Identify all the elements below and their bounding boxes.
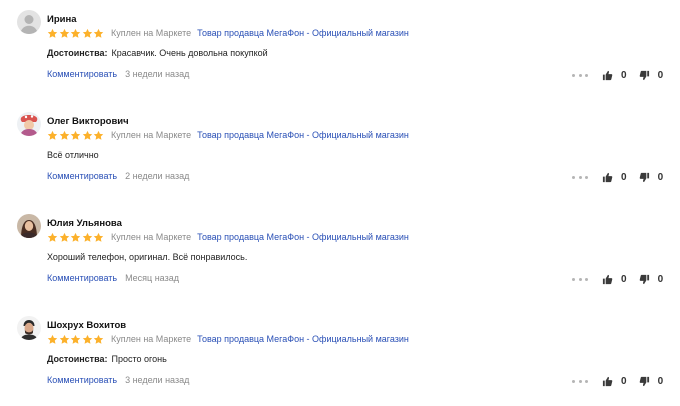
review-meta: Куплен на Маркете Товар продавца МегаФон… (47, 129, 409, 141)
dislike-count: 0 (657, 375, 664, 387)
star-icon (93, 232, 104, 243)
star-icon (47, 130, 58, 141)
thumb-down-icon[interactable] (639, 172, 650, 183)
review-footer: Комментировать 3 недели назад (47, 69, 189, 79)
rating-stars (47, 232, 105, 243)
rating-stars (47, 28, 105, 39)
avatar[interactable] (17, 10, 41, 34)
review-actions: 0 0 (572, 374, 663, 388)
review-actions: 0 0 (572, 170, 663, 184)
star-icon (70, 232, 81, 243)
avatar[interactable] (17, 214, 41, 238)
star-icon (59, 232, 70, 243)
thumb-up-icon[interactable] (602, 274, 613, 285)
seller-link[interactable]: Товар продавца МегаФон - Официальный маг… (197, 334, 409, 344)
author-name[interactable]: Ирина (47, 14, 77, 25)
star-icon (59, 334, 70, 345)
purchased-label: Куплен на Маркете (110, 232, 192, 242)
review-card: Шохрух Вохитов Куплен на Маркете Товар п… (0, 306, 680, 406)
rating-stars (47, 334, 105, 345)
star-icon (59, 130, 70, 141)
thumb-down-icon[interactable] (639, 274, 650, 285)
review-meta: Куплен на Маркете Товар продавца МегаФон… (47, 27, 409, 39)
like-count: 0 (621, 171, 627, 183)
thumb-down-icon[interactable] (639, 70, 650, 81)
like-count: 0 (621, 69, 627, 81)
review-text: Всё отлично (47, 150, 99, 160)
review-card: Олег Викторович Куплен на Маркете Товар … (0, 102, 680, 202)
star-icon (59, 28, 70, 39)
comment-link[interactable]: Комментировать (47, 375, 117, 385)
default-avatar-icon (17, 10, 41, 34)
thumb-up-icon[interactable] (602, 172, 613, 183)
comment-link[interactable]: Комментировать (47, 69, 117, 79)
thumb-up-icon[interactable] (602, 376, 613, 387)
review-time: Месяц назад (125, 273, 179, 283)
seller-link[interactable]: Товар продавца МегаФон - Официальный маг… (197, 232, 409, 242)
star-icon (47, 334, 58, 345)
star-icon (93, 130, 104, 141)
review-footer: Комментировать Месяц назад (47, 273, 179, 283)
star-icon (70, 130, 81, 141)
comment-text: Всё отлично (47, 150, 99, 160)
review-time: 3 недели назад (125, 69, 190, 79)
more-dots-icon[interactable] (572, 277, 588, 281)
avatar-image (17, 112, 41, 136)
review-time: 3 недели назад (125, 375, 190, 385)
pros-label: Достоинства: (47, 48, 108, 58)
author-name[interactable]: Юлия Ульянова (47, 218, 122, 229)
thumb-up-icon[interactable] (602, 70, 613, 81)
seller-link[interactable]: Товар продавца МегаФон - Официальный маг… (197, 130, 409, 140)
review-footer: Комментировать 3 недели назад (47, 375, 189, 385)
review-actions: 0 0 (572, 272, 663, 286)
dislike-count: 0 (657, 69, 664, 81)
like-count: 0 (621, 375, 627, 387)
star-icon (82, 28, 93, 39)
review-meta: Куплен на Маркете Товар продавца МегаФон… (47, 333, 409, 345)
avatar[interactable] (17, 112, 41, 136)
seller-link[interactable]: Товар продавца МегаФон - Официальный маг… (197, 28, 409, 38)
like-count: 0 (621, 273, 627, 285)
comment-link[interactable]: Комментировать (47, 273, 117, 283)
review-footer: Комментировать 2 недели назад (47, 171, 189, 181)
more-dots-icon[interactable] (572, 175, 588, 179)
star-icon (70, 28, 81, 39)
review-text: Достоинства: Просто огонь (47, 354, 167, 364)
comment-link[interactable]: Комментировать (47, 171, 117, 181)
purchased-label: Куплен на Маркете (110, 334, 192, 344)
star-icon (47, 232, 58, 243)
review-time: 2 недели назад (125, 171, 190, 181)
star-icon (93, 28, 104, 39)
author-name[interactable]: Олег Викторович (47, 116, 129, 127)
pros-label: Достоинства: (47, 354, 108, 364)
review-actions: 0 0 (572, 68, 663, 82)
dislike-count: 0 (657, 171, 664, 183)
star-icon (47, 28, 58, 39)
review-card: Юлия Ульянова Куплен на Маркете Товар пр… (0, 204, 680, 304)
comment-text: Хороший телефон, оригинал. Всё понравило… (47, 252, 248, 262)
star-icon (93, 334, 104, 345)
thumb-down-icon[interactable] (639, 376, 650, 387)
review-text: Хороший телефон, оригинал. Всё понравило… (47, 252, 247, 262)
author-name[interactable]: Шохрух Вохитов (47, 320, 126, 331)
star-icon (82, 232, 93, 243)
avatar-image (17, 214, 41, 238)
avatar-image (17, 316, 41, 340)
review-meta: Куплен на Маркете Товар продавца МегаФон… (47, 231, 409, 243)
purchased-label: Куплен на Маркете (110, 28, 192, 38)
review-text: Достоинства: Красавчик. Очень довольна по… (47, 48, 268, 58)
pros-text: Красавчик. Очень довольна покупкой (111, 48, 268, 58)
rating-stars (47, 130, 105, 141)
avatar[interactable] (17, 316, 41, 340)
pros-text: Просто огонь (111, 354, 167, 364)
star-icon (82, 130, 93, 141)
review-card: Ирина Куплен на Маркете Товар продавца М… (0, 0, 680, 100)
more-dots-icon[interactable] (572, 379, 588, 383)
star-icon (70, 334, 81, 345)
dislike-count: 0 (657, 273, 664, 285)
purchased-label: Куплен на Маркете (110, 130, 192, 140)
star-icon (82, 334, 93, 345)
more-dots-icon[interactable] (572, 73, 588, 77)
